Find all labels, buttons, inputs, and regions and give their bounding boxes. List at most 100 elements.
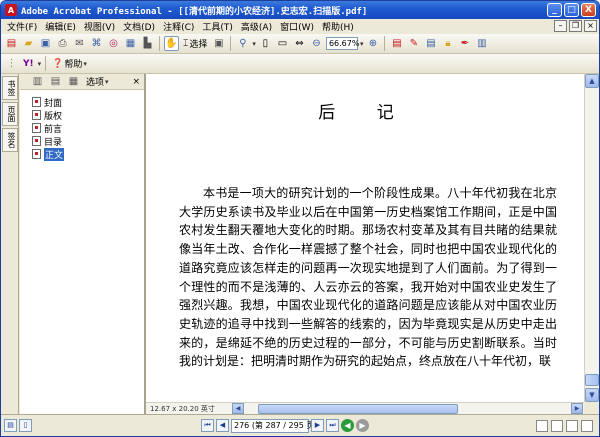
- doc-restore-button[interactable]: ❐: [569, 20, 582, 32]
- previous-page-icon[interactable]: ◀: [216, 419, 229, 432]
- horizontal-scroll-thumb[interactable]: [258, 404, 458, 414]
- horizontal-scrollbar[interactable]: 12.67 x 20.20 英寸 ◀ ▶: [146, 402, 584, 414]
- email-icon[interactable]: ✉: [72, 36, 87, 51]
- expand-bookmark-icon[interactable]: ▦: [66, 74, 81, 89]
- print-icon[interactable]: ⎙: [55, 36, 70, 51]
- bookmark-icon: [32, 149, 41, 159]
- acrobat-app-icon: A: [5, 4, 17, 16]
- menu-file[interactable]: 文件(F): [3, 20, 41, 33]
- select-tool-label: 选择: [189, 40, 208, 50]
- panel-toggle-icon[interactable]: ▤: [4, 419, 17, 432]
- vertical-scroll-thumb[interactable]: [585, 374, 599, 386]
- zoom-out-icon[interactable]: ⊖: [309, 36, 324, 51]
- yahoo-search-button[interactable]: Y!: [21, 59, 36, 69]
- snapshot-icon[interactable]: ▣: [211, 36, 226, 51]
- tab-bookmarks[interactable]: 书签: [2, 76, 18, 100]
- secure-lock-icon[interactable]: 🔒︎: [440, 36, 455, 51]
- convert-icon[interactable]: ▤: [389, 36, 404, 51]
- toolbar-separator: [384, 36, 386, 51]
- menu-window[interactable]: 窗口(W): [276, 20, 318, 33]
- help-icon: ❓: [52, 58, 64, 69]
- bookmark-item[interactable]: 版权: [32, 109, 144, 122]
- doc-close-button[interactable]: ×: [584, 20, 597, 32]
- bookmarks-toolbar: ▥ ▤ ▦ 选项 ▾ ×: [20, 74, 144, 90]
- attach-icon[interactable]: ⌘: [89, 36, 104, 51]
- bookmark-icon: [32, 123, 41, 133]
- last-page-icon[interactable]: ⏭: [326, 419, 339, 432]
- toolbar-separator: [159, 36, 160, 51]
- web-capture-icon[interactable]: ◎: [106, 36, 121, 51]
- zoom-level-field[interactable]: 66.67%: [325, 37, 359, 50]
- create-pdf-icon[interactable]: ▤: [4, 36, 19, 51]
- select-tool-button[interactable]: ⌶ 选择: [181, 37, 209, 51]
- main-toolbar: ▤ ▰ ▣ ⎙ ✉ ⌘ ◎ ▦ ▙ ✋ ⌶ 选择 ▣ ⚲ ▾ ▯ ▭ ⇔ ⊖ 66…: [1, 34, 599, 54]
- bookmark-item-selected[interactable]: 正文: [32, 147, 144, 161]
- forms-icon[interactable]: ▤: [423, 36, 438, 51]
- maximize-button[interactable]: □: [564, 3, 579, 17]
- previous-view-icon[interactable]: ◀: [341, 419, 354, 432]
- close-button[interactable]: X: [581, 3, 596, 17]
- scroll-right-icon[interactable]: ▶: [571, 403, 583, 414]
- menu-view[interactable]: 视图(V): [80, 20, 119, 33]
- page-number-field[interactable]: 276 (第 287 / 295 页): [231, 418, 317, 433]
- next-page-icon[interactable]: ▶: [311, 419, 324, 432]
- delete-bookmark-icon[interactable]: ▥: [30, 74, 45, 89]
- status-bar: ▤ ▯ ⏮ ◀ 276 (第 287 / 295 页) ▶ ⏭ ◀ ▶: [1, 414, 599, 436]
- stamp-icon[interactable]: ▙: [140, 36, 155, 51]
- chevron-down-icon[interactable]: ▾: [252, 40, 256, 48]
- zoom-in-icon[interactable]: ⊕: [365, 36, 380, 51]
- new-bookmark-icon[interactable]: ▤: [48, 74, 63, 89]
- tab-pages[interactable]: 页面: [2, 102, 18, 126]
- actual-size-icon[interactable]: ▯: [258, 36, 273, 51]
- fit-page-icon[interactable]: ▭: [275, 36, 290, 51]
- scroll-up-icon[interactable]: ▲: [585, 74, 599, 88]
- bookmark-label: 封面: [44, 98, 63, 109]
- next-view-icon[interactable]: ▶: [356, 419, 369, 432]
- facing-layout-icon[interactable]: [566, 419, 578, 432]
- scroll-down-icon[interactable]: ▼: [585, 388, 599, 402]
- navigation-tab-strip: 书签 页面 签名: [1, 74, 19, 414]
- document-view[interactable]: 后 记 本书是一项大的研究计划的一个阶段性成果。八十年代初我在北京大学历史系读书…: [146, 74, 584, 402]
- menu-document[interactable]: 文档(D): [119, 20, 159, 33]
- bookmark-label: 目录: [44, 137, 63, 148]
- sign-pen-icon[interactable]: ✒: [457, 36, 472, 51]
- fit-width-icon[interactable]: ⇔: [292, 36, 307, 51]
- page-size-readout: 12.67 x 20.20 英寸: [150, 404, 215, 413]
- single-page-layout-icon[interactable]: [536, 419, 548, 432]
- review-icon[interactable]: ✎: [406, 36, 421, 51]
- chevron-down-icon[interactable]: ▾: [38, 60, 42, 68]
- options-button[interactable]: 选项 ▾: [84, 75, 111, 89]
- bookmark-item[interactable]: 目录: [32, 135, 144, 148]
- save-icon[interactable]: ▣: [38, 36, 53, 51]
- hand-tool-icon[interactable]: ✋: [164, 36, 179, 51]
- bookmark-item[interactable]: 前言: [32, 122, 144, 135]
- first-page-icon[interactable]: ⏮: [201, 419, 214, 432]
- menu-comments[interactable]: 注释(C): [159, 20, 198, 33]
- options-label: 选项: [86, 78, 105, 88]
- continuous-layout-icon[interactable]: [551, 419, 563, 432]
- zoom-tool-icon[interactable]: ⚲: [235, 36, 250, 51]
- help-button[interactable]: ❓ 帮助 ▾: [50, 57, 89, 71]
- organizer-icon[interactable]: ▦: [123, 36, 138, 51]
- doc-minimize-button[interactable]: –: [554, 20, 567, 32]
- title-bar[interactable]: A Adobe Acrobat Professional - [[清代前期的小农…: [1, 1, 599, 19]
- menu-advanced[interactable]: 高级(A): [237, 20, 276, 33]
- chevron-down-icon[interactable]: ▾: [360, 40, 364, 48]
- scroll-left-icon[interactable]: ◀: [232, 403, 244, 414]
- minimize-button[interactable]: _: [547, 3, 562, 17]
- tab-signatures[interactable]: 签名: [2, 128, 18, 152]
- chevron-down-icon: ▾: [83, 59, 87, 68]
- bookmark-label: 版权: [44, 111, 63, 122]
- close-panel-icon[interactable]: ×: [132, 77, 140, 87]
- bookmark-icon: [32, 136, 41, 146]
- continuous-facing-layout-icon[interactable]: [581, 419, 593, 432]
- bookmark-item[interactable]: 封面: [32, 96, 144, 109]
- menu-edit[interactable]: 编辑(E): [41, 20, 80, 33]
- open-folder-icon[interactable]: ▰: [21, 36, 36, 51]
- vertical-scrollbar[interactable]: ▲ ▼: [584, 74, 599, 402]
- layers-icon[interactable]: ▯: [19, 419, 32, 432]
- menu-tools[interactable]: 工具(T): [198, 20, 237, 33]
- menu-help[interactable]: 帮助(H): [318, 20, 358, 33]
- window-title: Adobe Acrobat Professional - [[清代前期的小农经济…: [21, 6, 368, 17]
- advanced-edit-icon[interactable]: ▥: [474, 36, 489, 51]
